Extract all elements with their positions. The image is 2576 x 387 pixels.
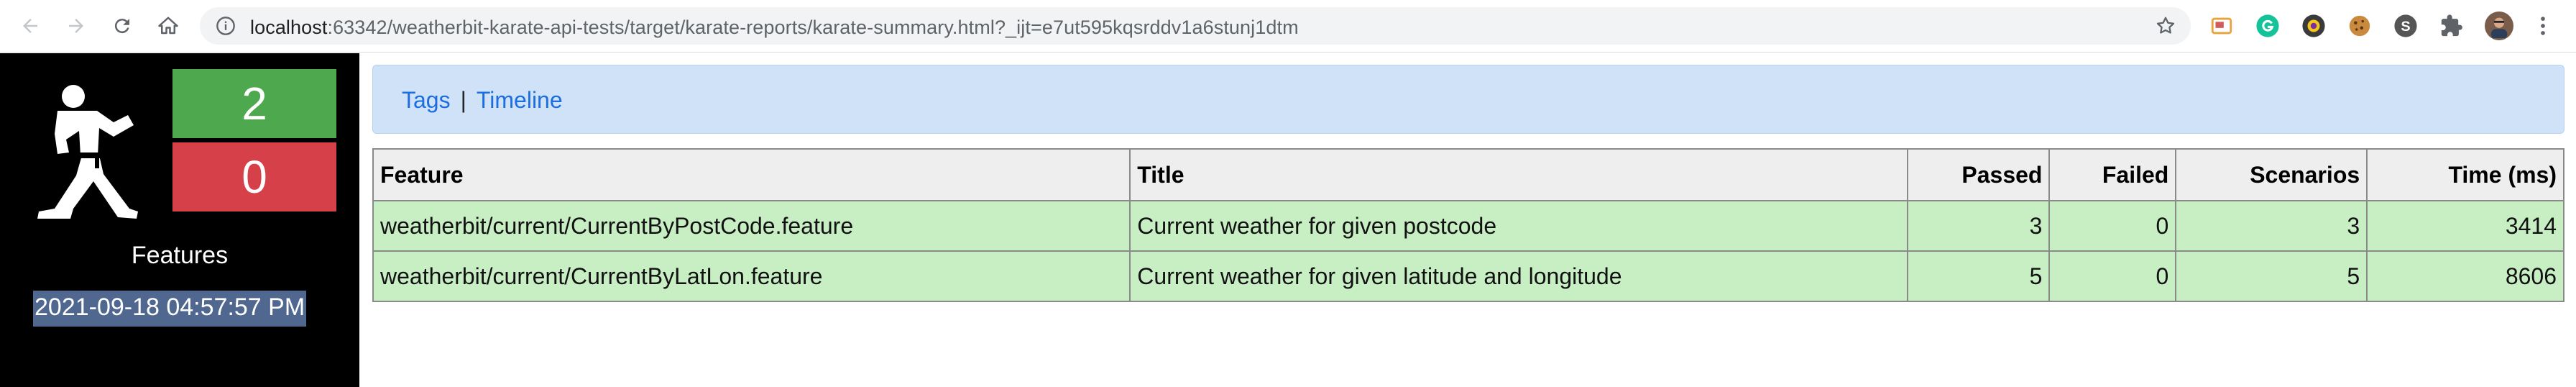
camera-extension-icon[interactable] <box>2301 13 2327 39</box>
avatar[interactable] <box>2485 12 2513 40</box>
failed-count: 0 <box>172 142 336 211</box>
features-label: Features <box>131 242 229 269</box>
scenarios-cell: 5 <box>2175 250 2368 302</box>
address-bar[interactable]: localhost:63342/weatherbit-karate-api-te… <box>200 7 2191 45</box>
column-header-feature[interactable]: Feature <box>372 148 1131 201</box>
table-row: weatherbit/current/CurrentByLatLon.featu… <box>372 250 2564 302</box>
nav-separator: | <box>460 87 466 113</box>
url-text: localhost:63342/weatherbit-karate-api-te… <box>250 17 1299 39</box>
passed-count: 2 <box>172 69 336 138</box>
feature-link[interactable]: weatherbit/current/CurrentByPostCode.fea… <box>372 200 1131 252</box>
table-header-row: Feature Title Passed Failed Scenarios Ti… <box>372 148 2564 201</box>
column-header-passed[interactable]: Passed <box>1906 148 2051 201</box>
table-row: weatherbit/current/CurrentByPostCode.fea… <box>372 200 2564 252</box>
scenarios-cell: 3 <box>2175 200 2368 252</box>
timeline-link[interactable]: Timeline <box>477 87 563 113</box>
forward-icon[interactable] <box>60 10 92 42</box>
column-header-title[interactable]: Title <box>1129 148 1908 201</box>
summary-sidebar: 2 0 Features 2021-09-18 04:57:57 PM <box>0 53 359 387</box>
feature-title: Current weather for given latitude and l… <box>1129 250 1908 302</box>
star-icon[interactable] <box>2155 15 2176 37</box>
feature-summary-table: Feature Title Passed Failed Scenarios Ti… <box>372 148 2564 302</box>
cookie-icon[interactable] <box>2347 13 2373 39</box>
svg-text:S: S <box>2401 19 2410 35</box>
failed-cell: 0 <box>2048 250 2177 302</box>
time-cell: 8606 <box>2366 250 2564 302</box>
feature-title: Current weather for given postcode <box>1129 200 1908 252</box>
home-icon[interactable] <box>152 10 184 42</box>
passed-cell: 5 <box>1906 250 2051 302</box>
passed-cell: 3 <box>1906 200 2051 252</box>
puzzle-icon[interactable] <box>2439 13 2465 39</box>
nav-links: Tags | Timeline <box>402 87 563 114</box>
url-host: localhost <box>250 17 328 38</box>
failed-cell: 0 <box>2048 200 2177 252</box>
s-extension-icon[interactable]: S <box>2393 13 2419 39</box>
feature-link[interactable]: weatherbit/current/CurrentByLatLon.featu… <box>372 250 1131 302</box>
karate-logo <box>37 85 138 219</box>
report-timestamp: 2021-09-18 04:57:57 PM <box>33 291 307 327</box>
column-header-scenarios[interactable]: Scenarios <box>2175 148 2368 201</box>
report-nav: Tags | Timeline <box>372 65 2564 134</box>
url-path: :63342/weatherbit-karate-api-tests/targe… <box>327 17 1299 38</box>
column-header-time[interactable]: Time (ms) <box>2366 148 2564 201</box>
browser-toolbar: localhost:63342/weatherbit-karate-api-te… <box>0 0 2576 53</box>
cast-icon[interactable] <box>2209 13 2235 39</box>
grammarly-icon[interactable] <box>2255 13 2281 39</box>
info-icon[interactable] <box>216 16 236 36</box>
reload-icon[interactable] <box>106 10 138 42</box>
tags-link[interactable]: Tags <box>402 87 451 113</box>
kebab-menu-icon[interactable] <box>2530 13 2556 39</box>
time-cell: 3414 <box>2366 200 2564 252</box>
back-icon[interactable] <box>14 10 46 42</box>
column-header-failed[interactable]: Failed <box>2048 148 2177 201</box>
